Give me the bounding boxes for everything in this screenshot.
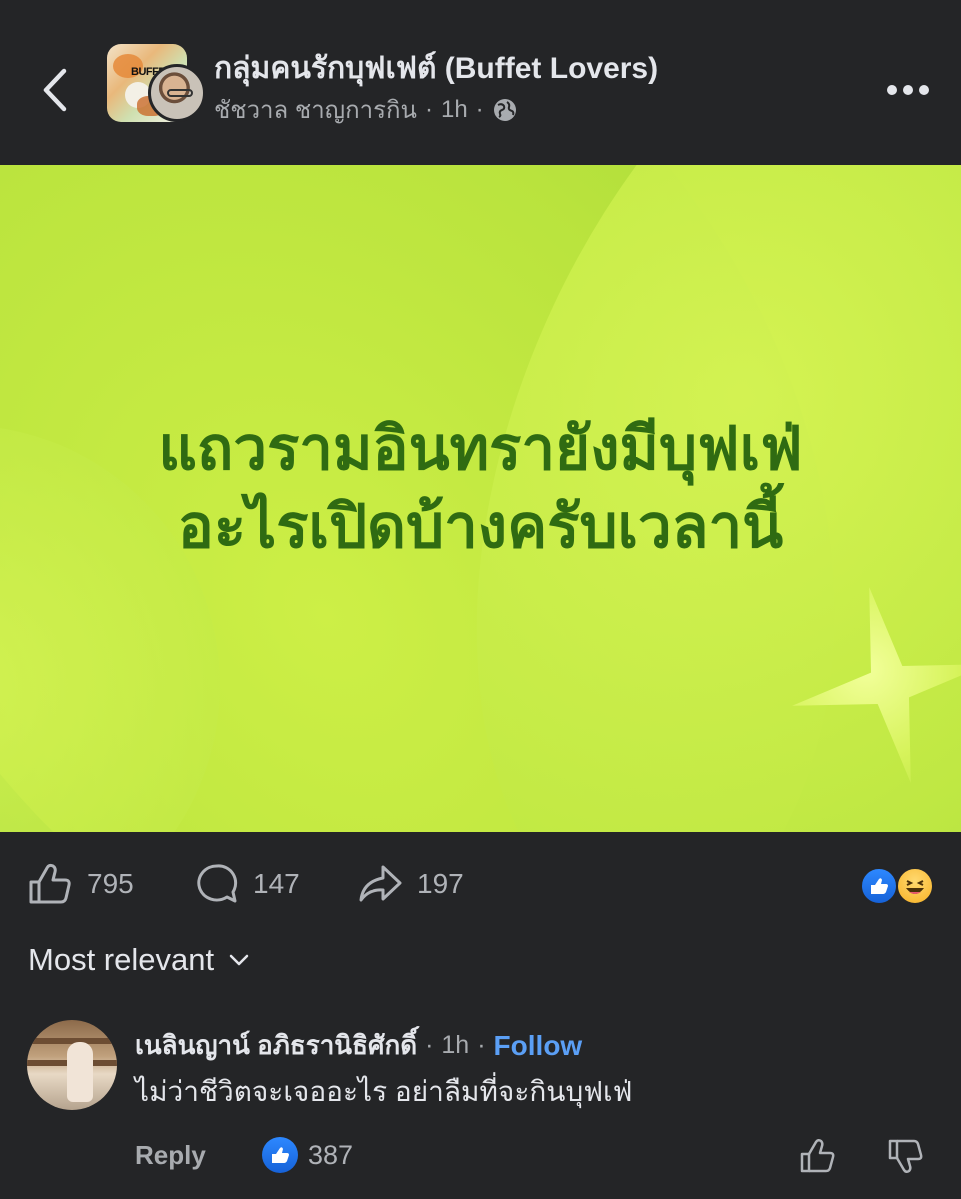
action-bar: 795 147 197: [0, 832, 961, 937]
reply-button[interactable]: Reply: [135, 1140, 206, 1171]
comment-like-count: 387: [308, 1139, 354, 1170]
group-name[interactable]: กลุ่มคนรักบุฟเฟต์ (Buffet Lovers): [214, 45, 658, 92]
author-name[interactable]: ชัชวาล ชาญการกิน: [214, 90, 417, 129]
comment-sort-dropdown[interactable]: Most relevant: [28, 942, 250, 978]
reaction-summary[interactable]: [860, 865, 940, 905]
share-button[interactable]: 197: [357, 862, 464, 906]
chevron-left-icon: [43, 68, 67, 112]
post-meta: ชัชวาล ชาญการกิน · 1h ·: [214, 90, 518, 129]
like-button[interactable]: 795: [27, 862, 134, 906]
comment-separator: ·: [477, 1031, 486, 1059]
post-content[interactable]: แถวรามอินทรายังมีบุฟเฟ่ อะไรเปิดบ้างครับ…: [0, 165, 961, 832]
thumbs-up-icon: [29, 863, 71, 904]
comment-header: เนลินญาน์ อภิธรานิธิศักดิ์ · 1h · Follow: [135, 1025, 582, 1066]
comment-time: 1h: [441, 1031, 470, 1059]
sort-label: Most relevant: [28, 942, 215, 977]
back-button[interactable]: [30, 60, 80, 120]
globe-icon: [493, 98, 516, 121]
commenter-avatar[interactable]: [27, 1020, 117, 1110]
follow-button[interactable]: Follow: [494, 1030, 583, 1062]
like-reaction-icon: [860, 867, 898, 905]
post-text: แถวรามอินทรายังมีบุฟเฟ่ อะไรเปิดบ้างครับ…: [0, 410, 961, 566]
comment-button[interactable]: 147: [195, 862, 300, 906]
share-icon: [359, 865, 402, 902]
haha-reaction-icon: [896, 867, 934, 905]
thumbs-down-icon: [888, 1139, 923, 1174]
post-text-line-2: อะไรเปิดบ้างครับเวลานี้: [177, 492, 784, 562]
comment-icon: [197, 864, 238, 903]
share-count: 197: [417, 868, 464, 899]
chevron-down-icon: [229, 954, 249, 966]
post-header: BUFFET กลุ่มคนรักบุฟเฟต์ (Buffet Lovers)…: [0, 0, 961, 165]
comment-downvote-button[interactable]: [886, 1136, 926, 1176]
comment-count: 147: [253, 868, 300, 899]
comment-separator: ·: [425, 1031, 434, 1059]
post-time: 1h: [440, 95, 468, 123]
like-reaction-icon: [262, 1137, 298, 1173]
thumbs-up-icon: [800, 1138, 835, 1173]
comment-upvote-button[interactable]: [798, 1136, 838, 1176]
meta-separator: ·: [475, 95, 484, 123]
more-icon: [887, 85, 929, 95]
author-avatar[interactable]: [148, 64, 206, 122]
commenter-name[interactable]: เนลินญาน์ อภิธรานิธิศักดิ์: [135, 1025, 417, 1066]
comment-reactions[interactable]: 387: [262, 1137, 353, 1173]
comment-text: ไม่ว่าชีวิตจะเจออะไร อย่าลืมที่จะกินบุฟเ…: [135, 1076, 633, 1107]
meta-separator: ·: [424, 95, 433, 123]
more-options-button[interactable]: [880, 70, 936, 110]
like-count: 795: [87, 868, 134, 899]
post-text-line-1: แถวรามอินทรายังมีบุฟเฟ่: [158, 414, 803, 484]
